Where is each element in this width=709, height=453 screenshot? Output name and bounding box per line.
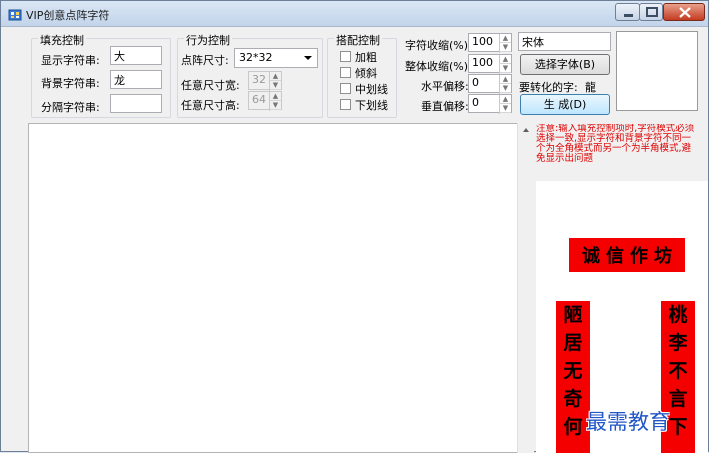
horizontal-offset-value: 0 — [472, 76, 479, 89]
overall-scale-value: 100 — [472, 56, 493, 69]
horizontal-offset-label: 水平偏移: — [421, 80, 469, 93]
watermark: 最需教育 — [586, 410, 670, 434]
vertical-offset-value: 0 — [472, 96, 479, 109]
couplet-char: 奇 — [563, 388, 583, 410]
horizontal-offset-spinner[interactable]: ▲ ▼ — [499, 75, 511, 94]
vertical-offset-label: 垂直偏移: — [421, 100, 469, 113]
strikethrough-checkbox[interactable] — [340, 83, 351, 94]
generate-button[interactable]: 生 成(D) — [520, 94, 610, 115]
couplet-char: 居 — [563, 332, 583, 354]
char-scale-input[interactable]: 100 ▲ ▼ — [468, 33, 512, 53]
style-control-group: 搭配控制 加粗 倾斜 中划线 下划线 — [327, 32, 397, 118]
custom-width-input: 32 ▲ ▼ — [248, 71, 282, 91]
custom-height-value: 64 — [252, 93, 266, 106]
overall-scale-spinner[interactable]: ▲ ▼ — [499, 55, 511, 74]
char-scale-value: 100 — [472, 35, 493, 48]
separator-string-input[interactable] — [110, 94, 162, 113]
matrix-size-select[interactable]: 32*32 — [234, 48, 318, 68]
font-name-input[interactable]: 宋体 — [518, 32, 611, 51]
background-string-label: 背景字符串: — [41, 77, 100, 90]
background-string-input[interactable]: 龙 — [110, 70, 162, 89]
vertical-scrollbar[interactable] — [517, 123, 534, 453]
app-icon — [8, 9, 22, 21]
bold-label: 加粗 — [355, 51, 377, 64]
maximize-icon — [646, 7, 658, 17]
display-string-label: 显示字符串: — [41, 54, 100, 67]
minimize-icon — [624, 14, 633, 17]
matrix-size-label: 点阵尺寸: — [181, 54, 229, 67]
overall-scale-input[interactable]: 100 ▲ ▼ — [468, 54, 512, 74]
couplet-char: 言 — [668, 388, 688, 410]
couplet-char: 李 — [668, 332, 688, 354]
overall-scale-label: 整体收缩(%): — [405, 60, 472, 73]
vertical-offset-spinner[interactable]: ▲ ▼ — [499, 95, 511, 114]
char-scale-spinner[interactable]: ▲ ▼ — [499, 34, 511, 53]
italic-label: 倾斜 — [355, 67, 377, 80]
custom-width-value: 32 — [252, 73, 266, 86]
behavior-control-group: 行为控制 点阵尺寸: 32*32 任意尺寸宽: 32 ▲ ▼ 任意尺寸高: 64 … — [177, 32, 323, 118]
custom-height-label: 任意尺寸高: — [181, 99, 240, 112]
title-bar[interactable]: VIP创意点阵字符 — [1, 1, 708, 27]
minimize-button[interactable] — [615, 3, 640, 21]
font-preview-box — [616, 31, 698, 111]
fill-control-group: 填充控制 显示字符串: 大 背景字符串: 龙 分隔字符串: — [31, 32, 171, 118]
close-button[interactable] — [663, 3, 705, 21]
custom-width-spinner: ▲ ▼ — [269, 72, 281, 91]
banner-char: 坊 — [654, 246, 672, 267]
output-text-area[interactable] — [28, 123, 519, 453]
matrix-size-value: 32*32 — [239, 51, 273, 64]
choose-font-button[interactable]: 选择字体(B) — [520, 54, 610, 75]
left-couplet: 陋 居 无 奇 何 — [556, 301, 590, 453]
separator-string-label: 分隔字符串: — [41, 101, 100, 114]
strikethrough-label: 中划线 — [355, 83, 388, 96]
convert-char-value[interactable]: 龍 — [585, 79, 596, 95]
scroll-up-icon[interactable] — [518, 123, 534, 137]
convert-char-label: 要转化的字: — [519, 81, 578, 94]
main-window: VIP创意点阵字符 填充控制 显示字符串: 大 背景字符串: 龙 分隔字符串: … — [0, 0, 709, 453]
maximize-button[interactable] — [639, 3, 663, 21]
window-title: VIP创意点阵字符 — [26, 9, 110, 22]
custom-width-label: 任意尺寸宽: — [181, 79, 240, 92]
banner-char: 诚 — [582, 246, 600, 267]
couplet-char: 无 — [563, 360, 583, 382]
char-scale-label: 字符收缩(%): — [405, 39, 472, 52]
underline-checkbox[interactable] — [340, 99, 351, 110]
vertical-offset-input[interactable]: 0 ▲ ▼ — [468, 94, 512, 114]
custom-height-input: 64 ▲ ▼ — [248, 91, 282, 111]
horizontal-offset-input[interactable]: 0 ▲ ▼ — [468, 74, 512, 94]
couplet-char: 桃 — [668, 304, 688, 326]
custom-height-spinner: ▲ ▼ — [269, 92, 281, 111]
couplet-char: 下 — [668, 416, 688, 438]
couplet-char: 陋 — [563, 304, 583, 326]
dropdown-arrow-icon — [304, 56, 312, 60]
couplet-char: 何 — [563, 416, 583, 438]
banner-char: 作 — [630, 246, 648, 267]
close-icon — [679, 7, 691, 18]
display-string-input[interactable]: 大 — [110, 46, 162, 65]
behavior-control-title: 行为控制 — [184, 32, 232, 48]
couplet-char: 不 — [668, 360, 688, 382]
bold-checkbox[interactable] — [340, 51, 351, 62]
fill-control-title: 填充控制 — [38, 32, 86, 48]
italic-checkbox[interactable] — [340, 67, 351, 78]
underline-label: 下划线 — [355, 99, 388, 112]
style-control-title: 搭配控制 — [334, 32, 382, 48]
preview-banner: 诚 信 作 坊 — [569, 238, 685, 272]
banner-char: 信 — [606, 246, 624, 267]
notice-text: 注意:输入填充控制项时,字符模式必须选择一致,显示字符和背景字符不同一个为全角模… — [536, 124, 695, 164]
